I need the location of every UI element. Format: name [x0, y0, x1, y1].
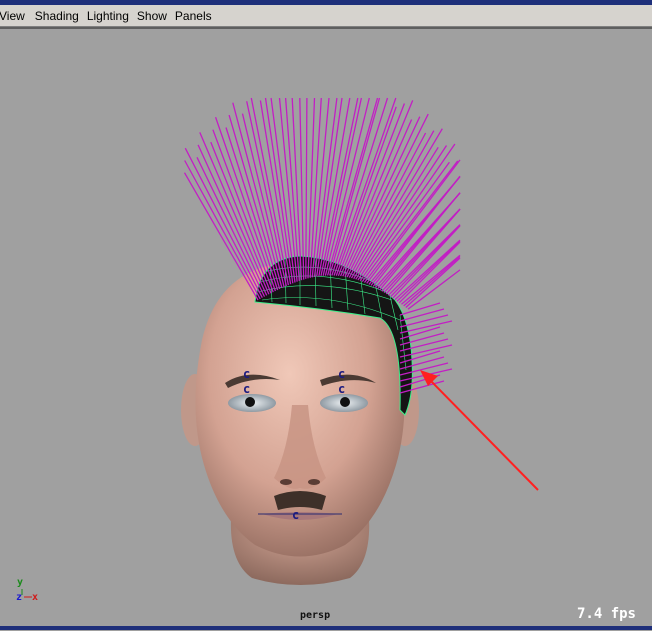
window-bottom-border — [0, 626, 652, 630]
perspective-viewport[interactable]: c c c c c — [0, 29, 652, 626]
axis-z-label: z — [16, 592, 22, 603]
axis-indicator-icon: y z x — [16, 577, 38, 603]
hair-strand — [399, 302, 441, 316]
hair-strand — [335, 106, 397, 276]
menu-panels[interactable]: Panels — [173, 9, 218, 23]
hair-strand — [305, 97, 308, 279]
camera-label: persp — [300, 610, 331, 621]
axis-y-label: y — [17, 577, 23, 588]
fps-unit: fps — [610, 606, 636, 622]
manipulator-c-icon: c — [243, 382, 250, 396]
fps-counter: 7.4 fps — [577, 606, 636, 622]
menu-shading[interactable]: Shading — [31, 9, 85, 23]
menu-view[interactable]: View — [0, 9, 31, 23]
manipulator-c-icon: c — [243, 367, 250, 381]
manipulator-c-icon: c — [338, 367, 345, 381]
menu-show[interactable]: Show — [135, 9, 173, 23]
hair-strand — [246, 101, 287, 287]
hair-strand — [399, 308, 445, 322]
fps-value: 7.4 — [576, 606, 603, 622]
left-pupil — [245, 397, 255, 407]
panel-menu-bar: View Shading Lighting Show Panels — [0, 5, 652, 27]
menu-lighting[interactable]: Lighting — [85, 9, 135, 23]
hair-strand — [399, 314, 449, 328]
manipulator-c-icon: c — [338, 382, 345, 396]
right-pupil — [340, 397, 350, 407]
annotation-arrow-icon — [420, 370, 539, 491]
manipulator-c-icon: c — [292, 508, 299, 522]
hair-strand — [324, 97, 370, 276]
hair-strand — [407, 269, 461, 310]
axis-x-label: x — [32, 592, 38, 603]
scene-render[interactable]: c c c c c — [0, 29, 652, 626]
